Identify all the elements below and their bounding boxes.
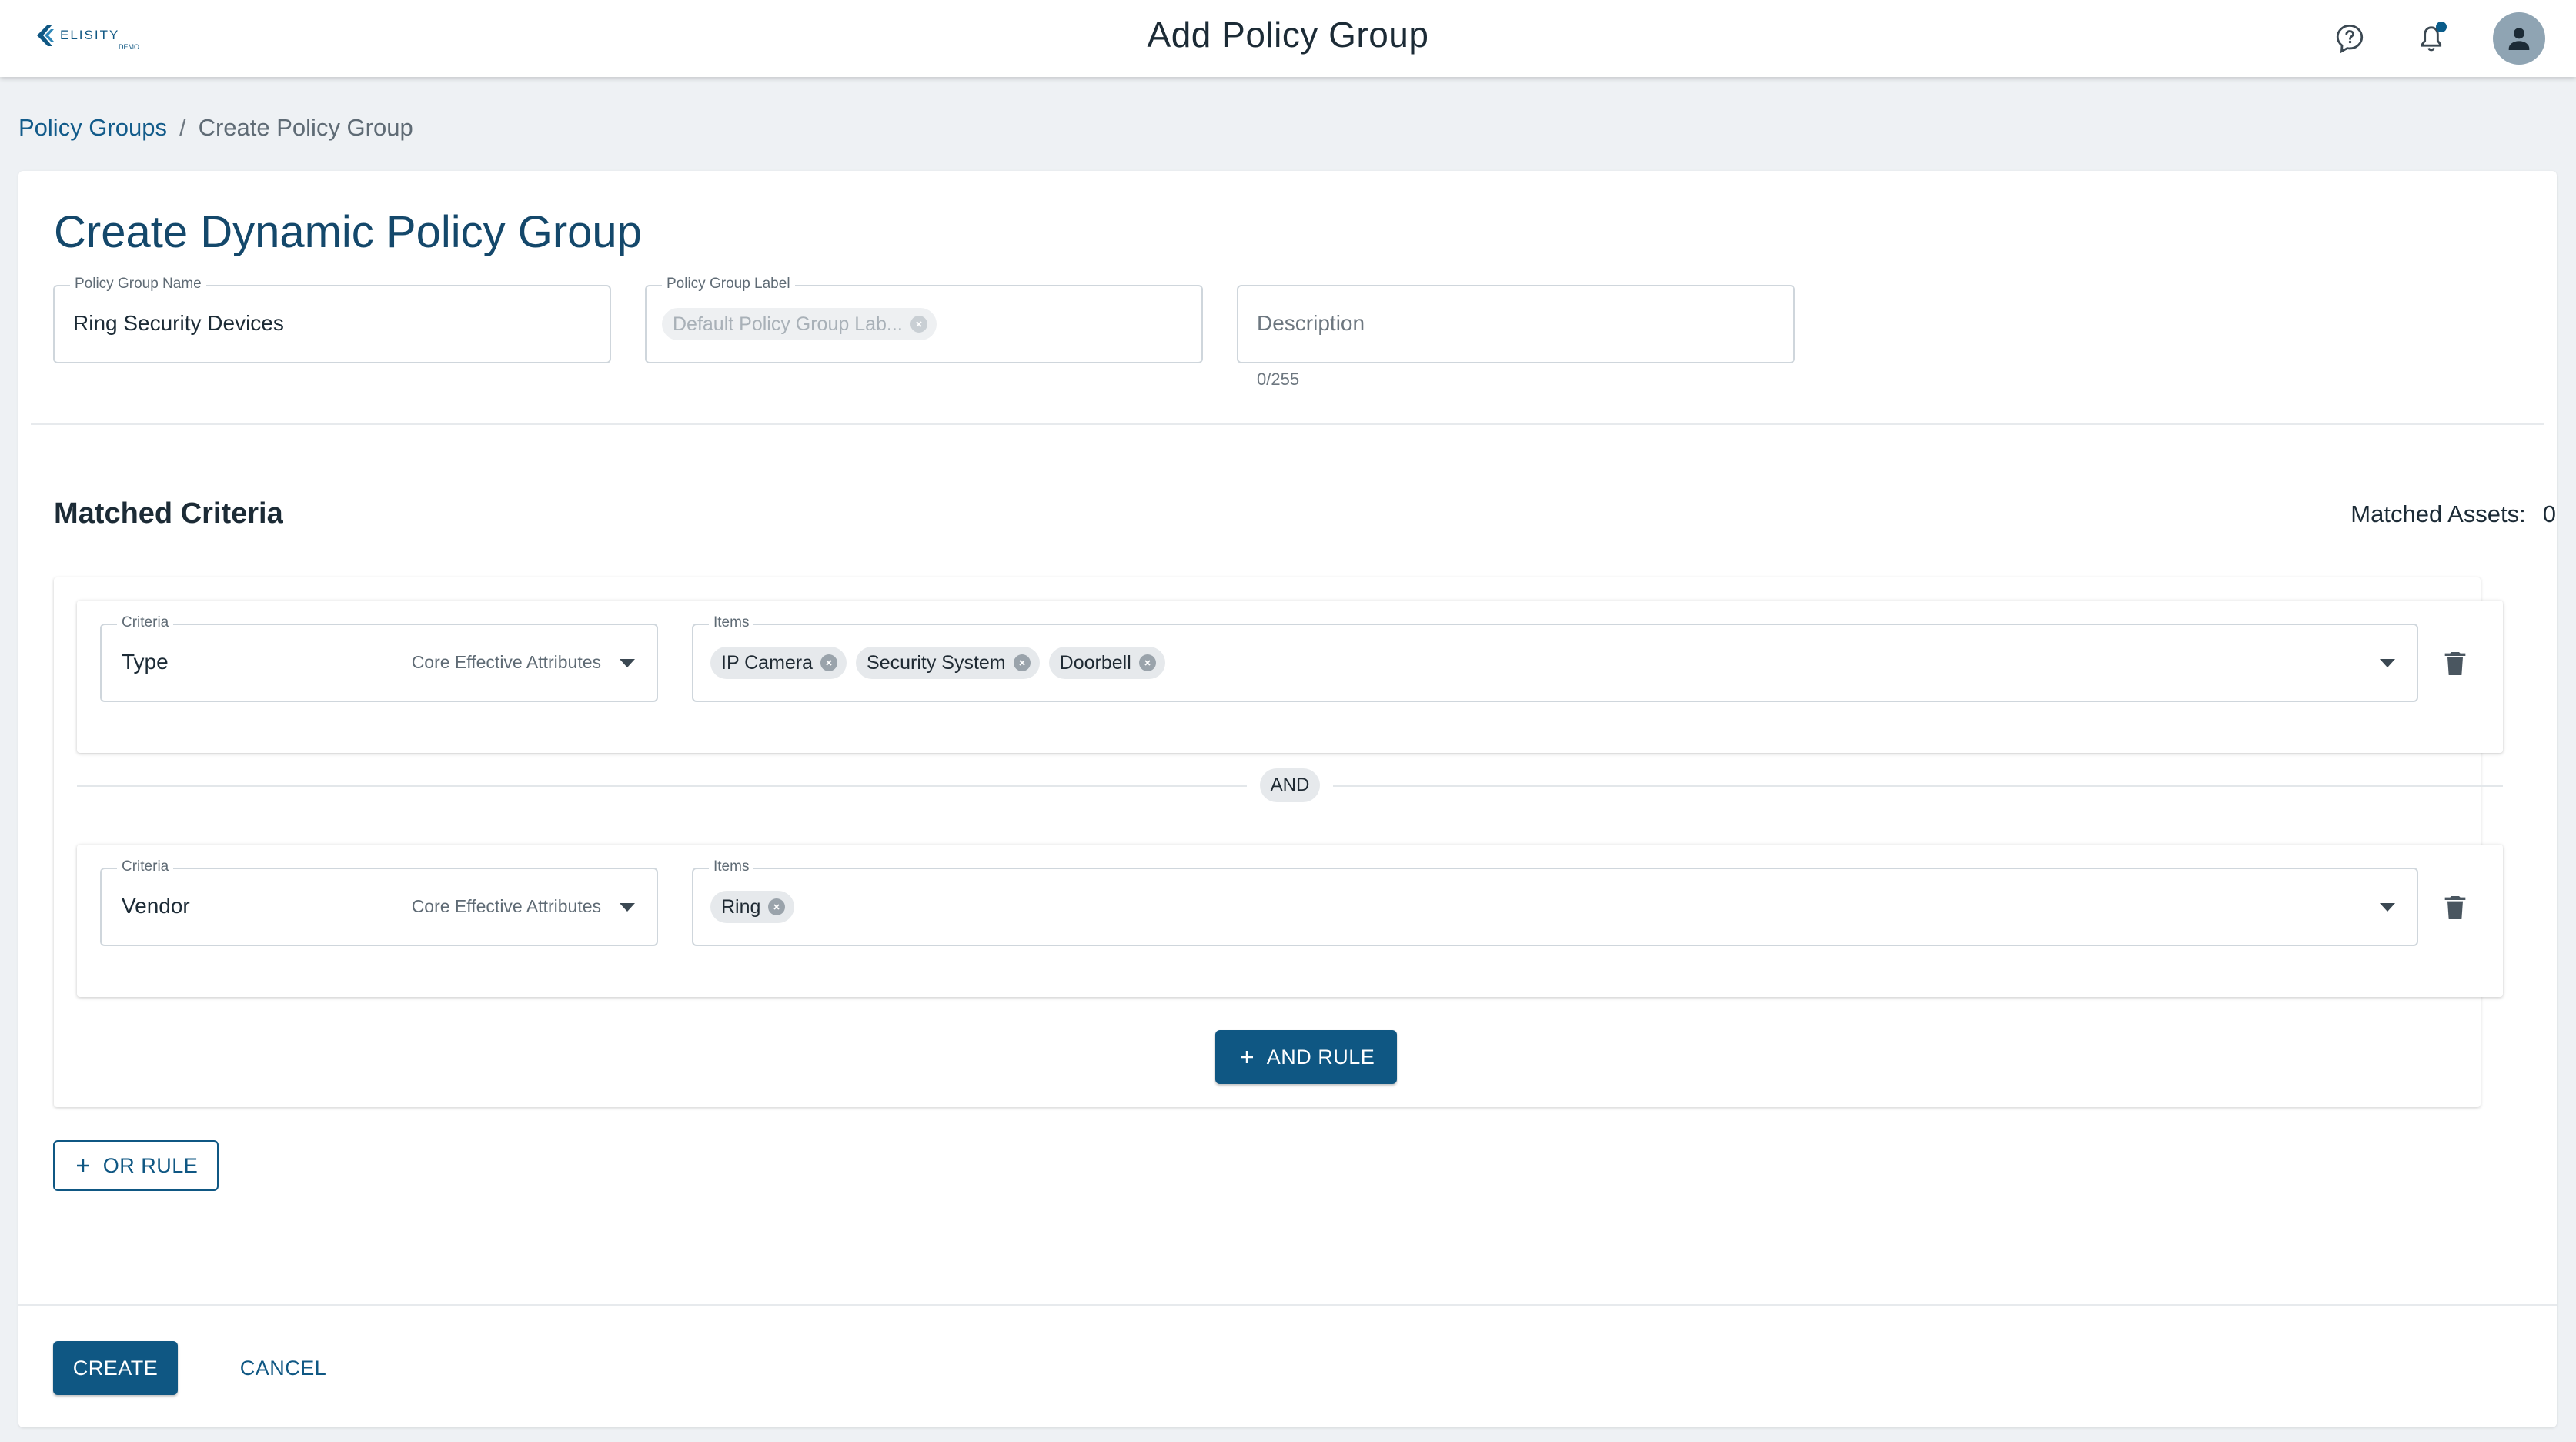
chip-remove-icon[interactable] xyxy=(820,654,838,671)
policy-group-label-chip: Default Policy Group Lab... xyxy=(662,308,937,340)
and-divider-line xyxy=(1333,785,2503,787)
chip-remove-icon[interactable] xyxy=(1013,654,1031,671)
matched-assets-count: 0 xyxy=(2542,500,2556,527)
footer-divider xyxy=(18,1304,2557,1306)
breadcrumb-current: Create Policy Group xyxy=(198,114,413,141)
item-chip[interactable]: Doorbell xyxy=(1048,647,1165,679)
matched-assets-label: Matched Assets: xyxy=(2350,500,2526,527)
description-placeholder: Description xyxy=(1257,311,1365,335)
item-chip-label: Security System xyxy=(867,651,1006,674)
policy-group-name-value: Ring Security Devices xyxy=(73,311,284,335)
or-rule-group: Criteria Type Core Effective Attributes … xyxy=(54,577,2503,1107)
and-pill: AND xyxy=(1260,768,1320,802)
chip-remove-icon[interactable] xyxy=(1138,654,1156,671)
dropdown-arrow-icon[interactable] xyxy=(2380,659,2395,668)
cancel-button[interactable]: CANCEL xyxy=(214,1341,352,1395)
criteria-rule: Criteria Vendor Core Effective Attribute… xyxy=(77,845,2503,997)
criteria-select[interactable]: Criteria Type Core Effective Attributes xyxy=(100,614,658,702)
item-chip[interactable]: IP Camera xyxy=(710,647,847,679)
description-char-counter: 0/255 xyxy=(1257,370,1300,389)
plus-icon xyxy=(1240,1051,1253,1063)
items-select[interactable]: Items IP Camera Security System Doorbell xyxy=(692,614,2418,702)
user-avatar[interactable] xyxy=(2493,12,2545,65)
item-chip-label: IP Camera xyxy=(721,651,814,674)
criteria-value: Type xyxy=(122,650,169,674)
notifications-bell-icon[interactable] xyxy=(2411,18,2451,59)
page-header-title: Add Policy Group xyxy=(1147,15,1429,55)
matched-assets-summary: Matched Assets: 0 xyxy=(2350,500,2556,528)
notification-dot xyxy=(2436,22,2447,32)
policy-group-name-field[interactable]: Policy Group Name Ring Security Devices xyxy=(53,276,611,363)
top-app-bar: ELISITY DEMO Add Policy Group xyxy=(0,0,2576,77)
breadcrumb-separator: / xyxy=(179,114,186,141)
criteria-label: Criteria xyxy=(117,858,174,875)
policy-group-label-chip-text: Default Policy Group Lab... xyxy=(673,313,903,335)
add-or-rule-button[interactable]: OR RULE xyxy=(53,1140,219,1191)
breadcrumb-policy-groups-link[interactable]: Policy Groups xyxy=(18,114,167,142)
items-select[interactable]: Items Ring xyxy=(692,858,2418,946)
item-chip-label: Doorbell xyxy=(1059,651,1131,674)
page-title: Create Dynamic Policy Group xyxy=(54,207,642,257)
and-divider-line xyxy=(77,785,1247,787)
item-chip-label: Ring xyxy=(721,895,761,918)
criteria-category: Core Effective Attributes xyxy=(411,896,601,916)
create-policy-group-card: Create Dynamic Policy Group Policy Group… xyxy=(18,171,2557,1427)
criteria-value: Vendor xyxy=(122,894,190,918)
criteria-label: Criteria xyxy=(117,614,174,631)
delete-rule-icon[interactable] xyxy=(2440,648,2471,679)
dropdown-arrow-icon[interactable] xyxy=(2380,903,2395,912)
and-separator: AND xyxy=(77,768,2503,802)
add-and-rule-label: AND RULE xyxy=(1266,1045,1375,1069)
policy-group-label-field[interactable]: Policy Group Label Default Policy Group … xyxy=(645,276,1203,363)
dropdown-arrow-icon[interactable] xyxy=(620,659,635,668)
matched-criteria-title: Matched Criteria xyxy=(54,497,283,530)
chip-remove-icon[interactable] xyxy=(768,898,786,915)
description-field[interactable]: Description xyxy=(1237,285,1795,363)
delete-rule-icon[interactable] xyxy=(2440,892,2471,923)
add-or-rule-label: OR RULE xyxy=(102,1153,199,1177)
user-icon xyxy=(2508,28,2530,50)
create-button[interactable]: CREATE xyxy=(53,1341,178,1395)
items-label: Items xyxy=(709,614,754,631)
plus-icon xyxy=(76,1159,89,1172)
chip-remove-icon xyxy=(910,316,927,333)
help-icon[interactable] xyxy=(2330,18,2370,59)
criteria-select[interactable]: Criteria Vendor Core Effective Attribute… xyxy=(100,858,658,946)
policy-group-label-label: Policy Group Label xyxy=(662,276,795,293)
items-label: Items xyxy=(709,858,754,875)
policy-group-name-label: Policy Group Name xyxy=(70,276,206,293)
dropdown-arrow-icon[interactable] xyxy=(620,903,635,912)
section-divider xyxy=(31,423,2544,425)
item-chip[interactable]: Ring xyxy=(710,891,795,923)
breadcrumb: Policy Groups / Create Policy Group xyxy=(18,114,413,142)
item-chip[interactable]: Security System xyxy=(856,647,1040,679)
criteria-category: Core Effective Attributes xyxy=(411,652,601,672)
add-and-rule-button[interactable]: AND RULE xyxy=(1215,1030,1397,1084)
criteria-rule: Criteria Type Core Effective Attributes … xyxy=(77,601,2503,753)
